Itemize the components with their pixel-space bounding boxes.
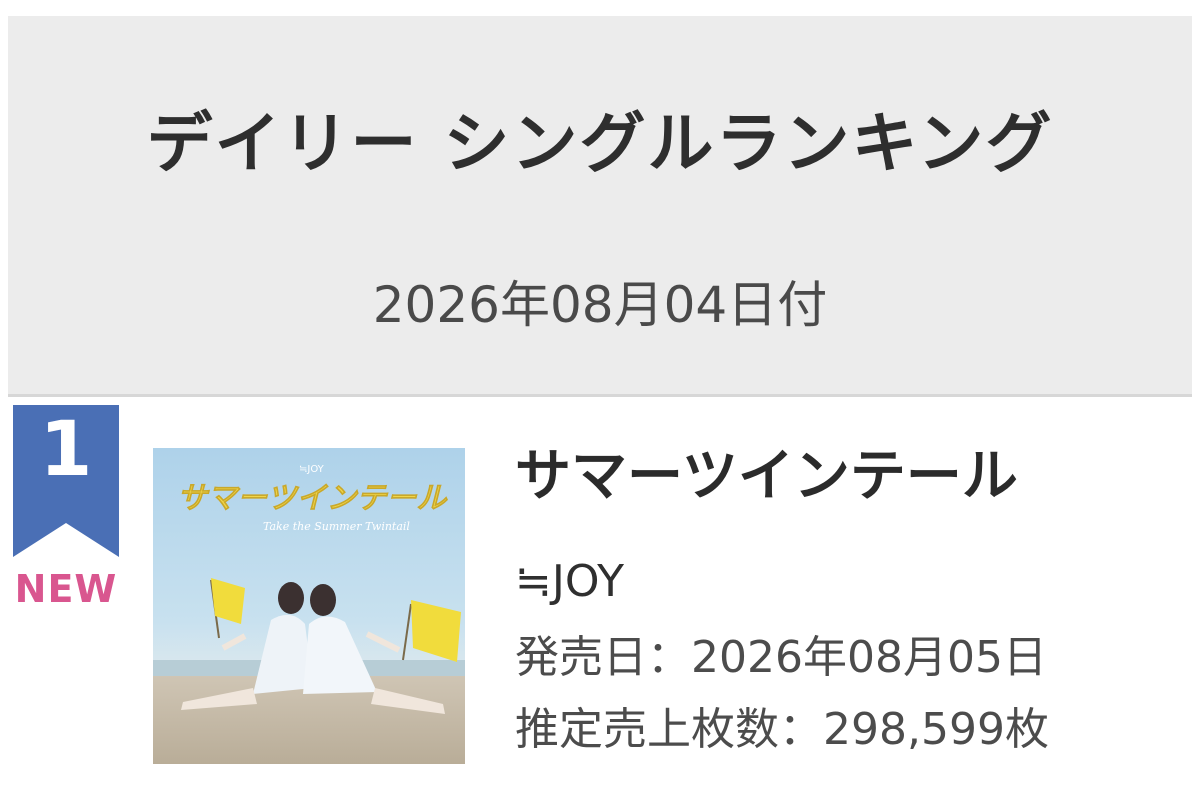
sales-row: 推定売上枚数：298,599枚 bbox=[515, 704, 1049, 755]
release-date-label: 発売日 bbox=[515, 632, 647, 683]
ranking-header: デイリー シングルランキング 2026年08月04日付 bbox=[8, 16, 1192, 394]
header-divider bbox=[8, 394, 1192, 397]
sales-value: 298,599枚 bbox=[823, 704, 1049, 755]
sales-separator: ： bbox=[779, 704, 823, 755]
sales-label: 推定売上枚数 bbox=[515, 704, 779, 755]
album-jacket-image[interactable]: サマーツインテール ≒JOY Take the Summer Twintail bbox=[153, 448, 465, 764]
release-date-separator: ： bbox=[647, 632, 691, 683]
new-badge: NEW bbox=[14, 567, 118, 611]
album-jacket-art: サマーツインテール ≒JOY Take the Summer Twintail bbox=[153, 448, 465, 764]
ranking-date: 2026年08月04日付 bbox=[372, 276, 828, 334]
release-date-row: 発売日：2026年08月05日 bbox=[515, 632, 1047, 683]
jacket-brand: ≒JOY bbox=[299, 464, 325, 475]
jacket-subtitle: Take the Summer Twintail bbox=[263, 520, 410, 533]
artist-name[interactable]: ≒JOY bbox=[515, 557, 624, 606]
song-title[interactable]: サマーツインテール bbox=[515, 446, 1018, 508]
rank-number: 1 bbox=[39, 404, 93, 493]
release-date-value: 2026年08月05日 bbox=[691, 632, 1047, 683]
ranking-page: デイリー シングルランキング 2026年08月04日付 1 NEW サマーツイン… bbox=[0, 0, 1200, 800]
jacket-title-logo: サマーツインテール bbox=[177, 481, 448, 516]
rank-badge: 1 bbox=[13, 405, 125, 557]
ranking-title: デイリー シングルランキング bbox=[146, 105, 1054, 182]
